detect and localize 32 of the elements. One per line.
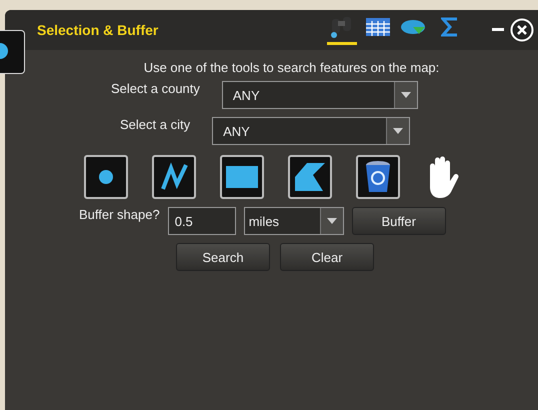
city-label: Select a city [120, 117, 190, 132]
sigma-icon [441, 16, 459, 36]
buffer-distance-field[interactable]: 0.5 [168, 207, 236, 235]
draw-tool-button[interactable] [84, 155, 128, 199]
caret-icon [400, 92, 411, 98]
clear-button[interactable]: Clear [280, 243, 374, 271]
draw-tool-button[interactable] [152, 155, 196, 199]
caret-icon [393, 128, 404, 134]
buffer-button[interactable]: Buffer [352, 207, 446, 235]
side-tab[interactable] [0, 30, 25, 74]
polygon-icon [295, 163, 325, 191]
panel-title: Selection & Buffer [37, 22, 160, 38]
draw-tool-button[interactable] [356, 155, 400, 199]
city-dropdown[interactable]: ANY [212, 117, 410, 145]
pie-chart-icon [401, 18, 427, 34]
county-dropdown[interactable]: ANY [222, 81, 418, 109]
instruction-text: Use one of the tools to search features on the map: [144, 60, 440, 75]
draw-tool-button[interactable] [220, 155, 264, 199]
table-icon [366, 18, 390, 36]
close-button[interactable] [510, 18, 534, 42]
header-tool-button[interactable] [327, 15, 357, 45]
caret-icon [326, 218, 337, 224]
polyline-icon [159, 162, 189, 192]
minimize-button[interactable] [492, 28, 504, 32]
county-label: Select a county [111, 81, 200, 96]
trash-icon [365, 160, 391, 194]
draw-tool-button[interactable] [288, 155, 332, 199]
search-button[interactable]: Search [176, 243, 270, 271]
rectangle-icon [226, 166, 258, 188]
point-icon [99, 170, 113, 184]
unit-dropdown[interactable]: miles [244, 207, 344, 235]
buffer-label: Buffer shape? [79, 207, 160, 222]
